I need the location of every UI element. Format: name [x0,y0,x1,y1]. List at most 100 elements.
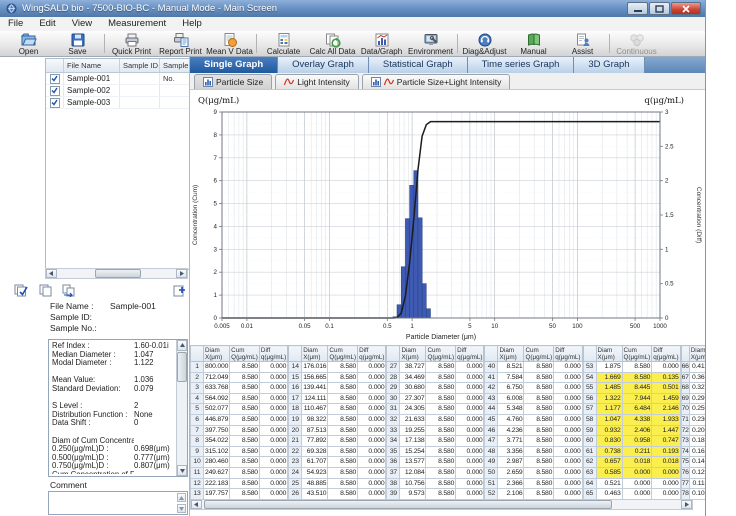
save-button[interactable]: Save [53,31,102,56]
diam-cell: 0.412 [689,362,705,373]
file-checkbox[interactable] [46,73,64,84]
diam-cell: 0.230 [689,414,705,425]
svg-text:0.005: 0.005 [214,323,230,330]
stat-label: 0.250(μg/mL)D : [52,445,134,454]
open-button[interactable]: Open [4,31,53,56]
tab-single-graph[interactable]: Single Graph [190,57,278,73]
copy-file-icon[interactable] [38,284,52,297]
table-row: 5502.0778.5800.000 [191,404,288,415]
diam-cell: 0.463 [596,489,622,500]
table-group: DiamX(μm)CumQ(μg/mL)Diffq(μg/mL)531.8758… [583,345,681,500]
column-header: CumQ(μg/mL) [426,346,456,362]
diam-cell: 38.727 [400,362,426,373]
file-list-row[interactable]: Sample-002 [46,85,189,97]
diam-cell: 3.771 [498,436,524,447]
cum-cell: 8.580 [426,393,456,404]
quick-print-button[interactable]: Quick Print [107,31,156,56]
diff-cell: 0.000 [358,478,386,489]
data-graph-button[interactable]: Data/Graph [357,31,406,56]
checkbox-icon[interactable] [50,86,60,96]
table-row: 630.5850.0000.000 [583,467,680,478]
particle-size-chart: 0.0050.010.050.10.5151050100500100001234… [190,90,705,345]
calc-all-data-icon [325,32,341,48]
diff-cell: 0.000 [456,457,484,468]
statistics-vscrollbar[interactable] [176,340,187,476]
left-axis-label: Concentration (Cum) [192,185,199,245]
mean-v-data-button[interactable]: Mean V Data [205,31,254,56]
file-list-hscrollbar[interactable] [45,268,188,279]
file-list-row[interactable]: Sample-003 [46,97,189,109]
diam-cell: 222.183 [204,478,230,489]
tab-3d-graph[interactable]: 3D Graph [574,57,644,73]
row-number-cell: 44 [485,404,498,415]
graph-tab-particle-size[interactable]: Particle Size [194,74,272,89]
table-row: 561.3227.9441.459 [583,393,680,404]
svg-text:3: 3 [214,246,218,253]
scroll-right-icon[interactable] [176,269,187,278]
scroll-up-icon[interactable] [177,493,186,502]
tab-overlay-graph[interactable]: Overlay Graph [278,57,369,73]
checkbox-icon[interactable] [50,98,60,108]
diam-cell: 564.092 [204,393,230,404]
file-list-rows: Sample-001Sample-002Sample-003 [46,73,189,109]
menu-item-help[interactable]: Help [174,17,210,31]
cum-cell: 8.580 [524,467,554,478]
close-button[interactable] [671,2,701,15]
select-all-files-icon[interactable] [14,284,28,297]
diff-cell: 0.000 [554,393,582,404]
tab-time-series-graph[interactable]: Time series Graph [468,57,575,73]
table-row: 720.205 [681,425,705,436]
menu-item-edit[interactable]: Edit [31,17,63,31]
table-row: 3319.2558.5800.000 [387,425,484,436]
calculate-button[interactable]: Calculate [259,31,308,56]
cum-cell: 8.580 [230,393,260,404]
scroll-down-icon[interactable] [177,504,186,513]
checkbox-icon[interactable] [50,74,60,84]
table-row: 531.8758.5800.000 [583,362,680,373]
report-print-button[interactable]: Report Print [156,31,205,56]
diff-cell: 0.000 [259,372,287,383]
manual-button[interactable]: Manual [509,31,558,56]
menu-item-measurement[interactable]: Measurement [100,17,174,31]
graph-tab-light-intensity[interactable]: Light Intensity [275,74,358,89]
stat-label: Cum Concentration of Diam [52,471,134,474]
file-list-row[interactable]: Sample-001 [46,73,189,85]
assist-button[interactable]: Assist [558,31,607,56]
tab-statistical-graph[interactable]: Statistical Graph [369,57,468,73]
scroll-up-icon[interactable] [177,340,187,351]
environment-button[interactable]: Environment [406,31,455,56]
cum-cell: 8.580 [328,436,358,447]
calc-all-data-button[interactable]: Calc All Data [308,31,357,56]
diam-cell: 0.830 [596,436,622,447]
comment-input[interactable] [48,491,188,515]
menu-item-view[interactable]: View [64,17,100,31]
row-number-cell: 74 [681,446,689,457]
diag-adjust-button[interactable]: Diag&Adjust [460,31,509,56]
row-number-cell: 40 [485,362,498,373]
cum-cell: 0.000 [622,489,652,500]
scroll-left-icon[interactable] [191,500,202,509]
scroll-down-icon[interactable] [177,465,187,476]
scrollbar-thumb[interactable] [95,269,141,278]
add-file-icon[interactable] [172,284,186,297]
scroll-left-icon[interactable] [46,269,57,278]
graph-panel: Single GraphOverlay GraphStatistical Gra… [190,57,705,516]
table-row: 3124.3058.5800.000 [387,404,484,415]
quick-print-icon [124,32,140,48]
table-row: 2738.7278.5800.000 [387,362,484,373]
file-checkbox[interactable] [46,85,64,96]
table-row: 3221.6338.5800.000 [387,414,484,425]
transfer-file-icon[interactable] [62,284,76,297]
minimize-button[interactable] [627,2,648,15]
table-group: DiamX(μm)CumQ(μg/mL)Diffq(μg/mL)1800.000… [190,345,288,500]
table-hscrollbar[interactable] [190,499,693,510]
scroll-right-icon[interactable] [681,500,692,509]
scrollbar-thumb[interactable] [204,500,612,509]
menu-item-file[interactable]: File [0,17,31,31]
row-number-cell: 14 [289,362,302,373]
table-row: 2643.5108.5800.000 [289,489,386,500]
graph-tab-particle-size-light-intensity[interactable]: Particle Size+Light Intensity [362,74,511,89]
maximize-button[interactable] [649,2,670,15]
file-checkbox[interactable] [46,97,64,108]
scrollbar-thumb[interactable] [177,352,187,382]
